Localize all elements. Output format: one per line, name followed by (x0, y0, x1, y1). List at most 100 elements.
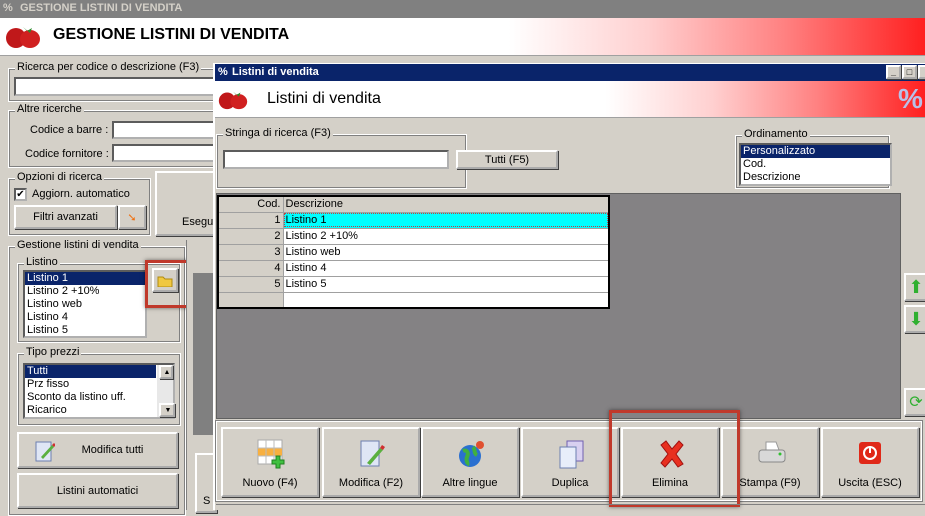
main-window-title: GESTIONE LISTINI DI VENDITA (20, 2, 183, 14)
advanced-filters-button[interactable]: Filtri avanzati (14, 205, 117, 229)
edit-document-icon (360, 440, 385, 467)
minimize-button[interactable]: _ (886, 65, 901, 79)
scrollbar[interactable]: ▲ ▼ (157, 365, 175, 417)
dialog-header: Listini di vendita % (215, 81, 925, 118)
power-icon (859, 442, 881, 464)
strawberry-icon (6, 27, 40, 48)
status-bar (216, 504, 925, 510)
cell-cod: 5 (217, 275, 284, 293)
list-item[interactable]: Cod. (741, 158, 890, 171)
list-item[interactable]: Prz fisso (25, 378, 173, 391)
edit-document-icon (35, 441, 55, 462)
execute-label: Esegu (182, 216, 214, 228)
cell-cod: 2 (217, 227, 284, 245)
price-type-listbox[interactable]: Tutti Prz fisso Sconto da listino uff. R… (23, 363, 175, 419)
percent-logo-icon: % (898, 83, 923, 114)
table-row[interactable]: 1 Listino 1 (217, 211, 610, 229)
left-pane-edge: S (186, 240, 217, 513)
supplier-code-label: Codice fornitore : (25, 148, 109, 160)
price-type-label: Tipo prezzi (24, 346, 82, 358)
barcode-label: Codice a barre : (30, 124, 109, 136)
ordering-listbox[interactable]: Personalizzato Cod. Descrizione (739, 143, 892, 186)
table-header: Cod. Descrizione (217, 195, 610, 213)
move-down-button[interactable]: ⬇ (904, 305, 925, 333)
column-header-cod[interactable]: Cod. (217, 195, 284, 213)
listino-listbox[interactable]: Listino 1 Listino 2 +10% Listino web Lis… (23, 270, 147, 338)
maximize-button[interactable]: □ (902, 65, 917, 79)
edit-all-button[interactable]: Modifica tutti (17, 432, 178, 468)
list-item[interactable]: Listino 5 (25, 324, 145, 337)
percent-icon: % (3, 2, 13, 14)
auto-lists-button[interactable]: Listini automatici (17, 473, 178, 508)
refresh-button[interactable]: ⟳ (904, 388, 925, 416)
edit-button[interactable]: Modifica (F2) (322, 427, 420, 497)
move-up-button[interactable]: ⬆ (904, 273, 925, 301)
search-string-label: Stringa di ricerca (F3) (223, 127, 333, 139)
new-button[interactable]: Nuovo (F4) (221, 427, 319, 497)
dialog-header-title: Listini di vendita (267, 90, 381, 107)
cell-descrizione[interactable]: Listino 2 +10% (282, 227, 610, 245)
main-header: GESTIONE LISTINI DI VENDITA (0, 18, 925, 56)
list-item[interactable]: Listino 4 (25, 311, 145, 324)
edit-label: Modifica (F2) (338, 477, 404, 489)
close-button[interactable] (918, 65, 925, 79)
barcode-input[interactable] (112, 121, 217, 139)
grid-area-partial (193, 273, 214, 435)
cell-descrizione[interactable]: Listino 5 (282, 275, 610, 293)
list-item[interactable]: Descrizione (741, 171, 890, 184)
cell-descrizione[interactable]: Listino 4 (282, 259, 610, 277)
new-grid-icon (257, 439, 285, 469)
filter-action-button[interactable]: ➘ (118, 205, 146, 229)
scroll-down-arrow-icon[interactable]: ▼ (159, 403, 175, 417)
search-options-label: Opzioni di ricerca (15, 171, 104, 183)
print-label: Stampa (F9) (739, 477, 801, 489)
dialog-title-bar[interactable]: % Listini di vendita _ □ (215, 64, 925, 81)
table-row-empty[interactable] (217, 291, 610, 309)
cell-descrizione[interactable]: Listino 1 (282, 211, 610, 229)
table-row[interactable]: 2 Listino 2 +10% (217, 227, 610, 245)
scroll-up-arrow-icon[interactable]: ▲ (159, 365, 173, 379)
printer-icon (758, 441, 786, 463)
globe-icon (459, 441, 484, 467)
dialog-search-input[interactable] (223, 150, 449, 169)
auto-update-checkbox[interactable]: ✔ (14, 188, 27, 201)
table-row[interactable]: 3 Listino web (217, 243, 610, 261)
search-input[interactable] (14, 77, 219, 96)
cell-cod: 3 (217, 243, 284, 261)
main-title-bar: % GESTIONE LISTINI DI VENDITA (0, 0, 925, 18)
exit-button[interactable]: Uscita (ESC) (821, 427, 919, 497)
other-languages-label: Altre lingue (442, 477, 498, 489)
supplier-code-input[interactable] (112, 144, 217, 162)
other-languages-button[interactable]: Altre lingue (421, 427, 519, 497)
list-item[interactable]: Listino web (25, 298, 145, 311)
exit-label: Uscita (ESC) (838, 477, 902, 489)
list-item[interactable]: Listino 1 (25, 272, 145, 285)
listini-table[interactable]: Cod. Descrizione 1 Listino 1 2 Listino 2 +1… (217, 195, 610, 309)
duplicate-label: Duplica (551, 477, 589, 489)
dialog-title: Listini di vendita (232, 66, 319, 78)
listino-label: Listino (24, 256, 60, 268)
refresh-icon: ⟳ (909, 394, 923, 411)
table-row[interactable]: 5 Listino 5 (217, 275, 610, 293)
other-search-label: Altre ricerche (15, 103, 84, 115)
cursor-arrow-icon: ➘ (127, 211, 137, 224)
auto-update-label: Aggiorn. automatico (32, 188, 130, 200)
duplicate-button[interactable]: Duplica (521, 427, 619, 497)
list-item[interactable]: Sconto da listino uff. (25, 391, 173, 404)
strawberry-icon (218, 91, 248, 110)
manage-lists-label: Gestione listini di vendita (15, 239, 141, 251)
list-item[interactable]: Ricarico (25, 404, 173, 417)
list-item[interactable]: Tutti (25, 365, 156, 378)
ordering-label: Ordinamento (742, 128, 810, 140)
annotation-highlight-box (145, 260, 192, 308)
edit-all-label: Modifica tutti (81, 444, 144, 456)
list-item[interactable]: Listino 2 +10% (25, 285, 145, 298)
table-row[interactable]: 4 Listino 4 (217, 259, 610, 277)
cell-cod: 4 (217, 259, 284, 277)
all-button[interactable]: Tutti (F5) (456, 150, 558, 169)
search-group-label: Ricerca per codice o descrizione (F3) (15, 61, 202, 73)
cell-descrizione[interactable]: Listino web (282, 243, 610, 261)
duplicate-icon (559, 440, 584, 469)
column-header-descrizione[interactable]: Descrizione (282, 195, 610, 213)
list-item[interactable]: Personalizzato (741, 145, 890, 158)
